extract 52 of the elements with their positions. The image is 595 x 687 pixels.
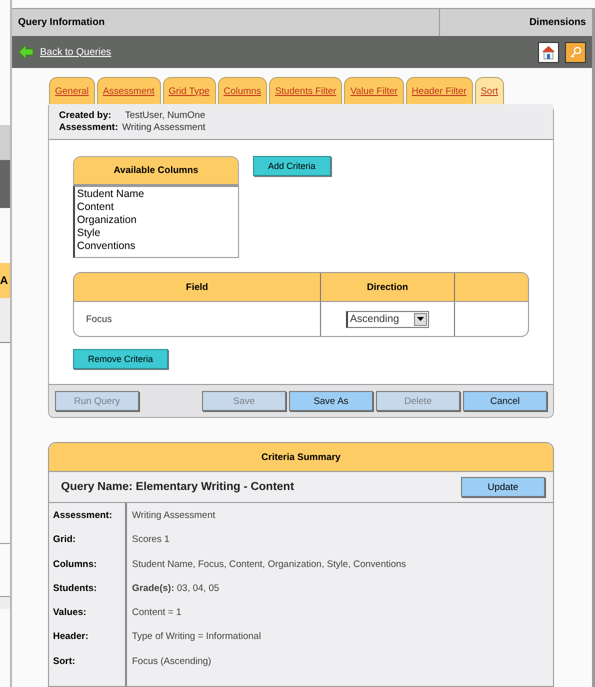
back-arrow-icon[interactable] bbox=[18, 44, 34, 60]
columns-list[interactable]: Student Name Content Organization Style Conventions bbox=[73, 186, 239, 258]
summary-header: Criteria Summary bbox=[49, 443, 553, 472]
available-columns-header: Available Columns bbox=[73, 156, 239, 186]
summary-label: Header: bbox=[49, 624, 127, 648]
caret-icon bbox=[417, 317, 424, 321]
summary-value: Type of Writing = Informational bbox=[131, 630, 262, 644]
summary-value: Scores 1 bbox=[131, 533, 170, 548]
tab[interactable]: Value Filter bbox=[344, 77, 404, 104]
summary-label: Columns: bbox=[49, 552, 127, 576]
summary-label: Students: bbox=[49, 576, 127, 600]
tab[interactable]: Columns bbox=[218, 77, 268, 104]
summary-value: Grade(s): 03, 04, 05 bbox=[131, 582, 220, 596]
summary-value: Writing Assessment bbox=[131, 509, 216, 523]
tab[interactable]: Sort bbox=[474, 77, 504, 104]
summary-label: Values: bbox=[49, 600, 127, 624]
list-option[interactable]: Organization bbox=[77, 214, 236, 227]
back-link[interactable]: Back to Queries bbox=[40, 46, 112, 58]
tab[interactable]: Assessment bbox=[96, 77, 161, 104]
list-option[interactable]: Conventions bbox=[77, 240, 236, 253]
action-button[interactable]: Save As bbox=[289, 391, 373, 411]
info-value: Writing Assessment bbox=[122, 122, 206, 133]
background-column-header: A bbox=[0, 263, 10, 298]
summary-value: Focus (Ascending) bbox=[131, 654, 212, 668]
list-option[interactable]: Style bbox=[77, 227, 236, 240]
column-header: Direction bbox=[320, 273, 454, 301]
summary-value: Content = 1 bbox=[131, 606, 182, 620]
home-icon[interactable] bbox=[538, 42, 559, 62]
summary-label: Sort: bbox=[49, 648, 127, 673]
direction-dropdown[interactable]: Ascending bbox=[346, 310, 429, 328]
tab[interactable]: Grid Type bbox=[162, 77, 216, 104]
summary-label: Assessment: bbox=[49, 503, 127, 528]
summary-label: Grid: bbox=[49, 527, 127, 552]
tab[interactable]: Header Filter bbox=[406, 77, 473, 104]
remove-criteria-button[interactable]: Remove Criteria bbox=[73, 349, 168, 369]
list-option[interactable]: Content bbox=[77, 201, 236, 214]
key-icon[interactable] bbox=[565, 42, 586, 62]
info-label: Created by: bbox=[59, 110, 112, 121]
background-row bbox=[0, 596, 10, 609]
info-label: Assessment: bbox=[59, 122, 118, 133]
summary-value: Student Name, Focus, Content, Organization, Style, Conventions bbox=[131, 558, 408, 572]
info-value: TestUser, NumOne bbox=[125, 110, 206, 121]
action-button[interactable]: Cancel bbox=[463, 391, 547, 411]
list-option[interactable]: Student Name bbox=[77, 188, 236, 201]
column-header: Field bbox=[184, 280, 210, 294]
window-title: Query Information bbox=[17, 16, 106, 30]
add-criteria-button[interactable]: Add Criteria bbox=[253, 156, 331, 176]
update-button[interactable]: Update bbox=[461, 477, 545, 497]
query-name: Query Name: Elementary Writing - Content bbox=[61, 481, 296, 493]
table-cell-text: Focus bbox=[85, 312, 113, 326]
tab[interactable]: Students Filter bbox=[269, 77, 342, 104]
tab[interactable]: General bbox=[49, 77, 95, 104]
